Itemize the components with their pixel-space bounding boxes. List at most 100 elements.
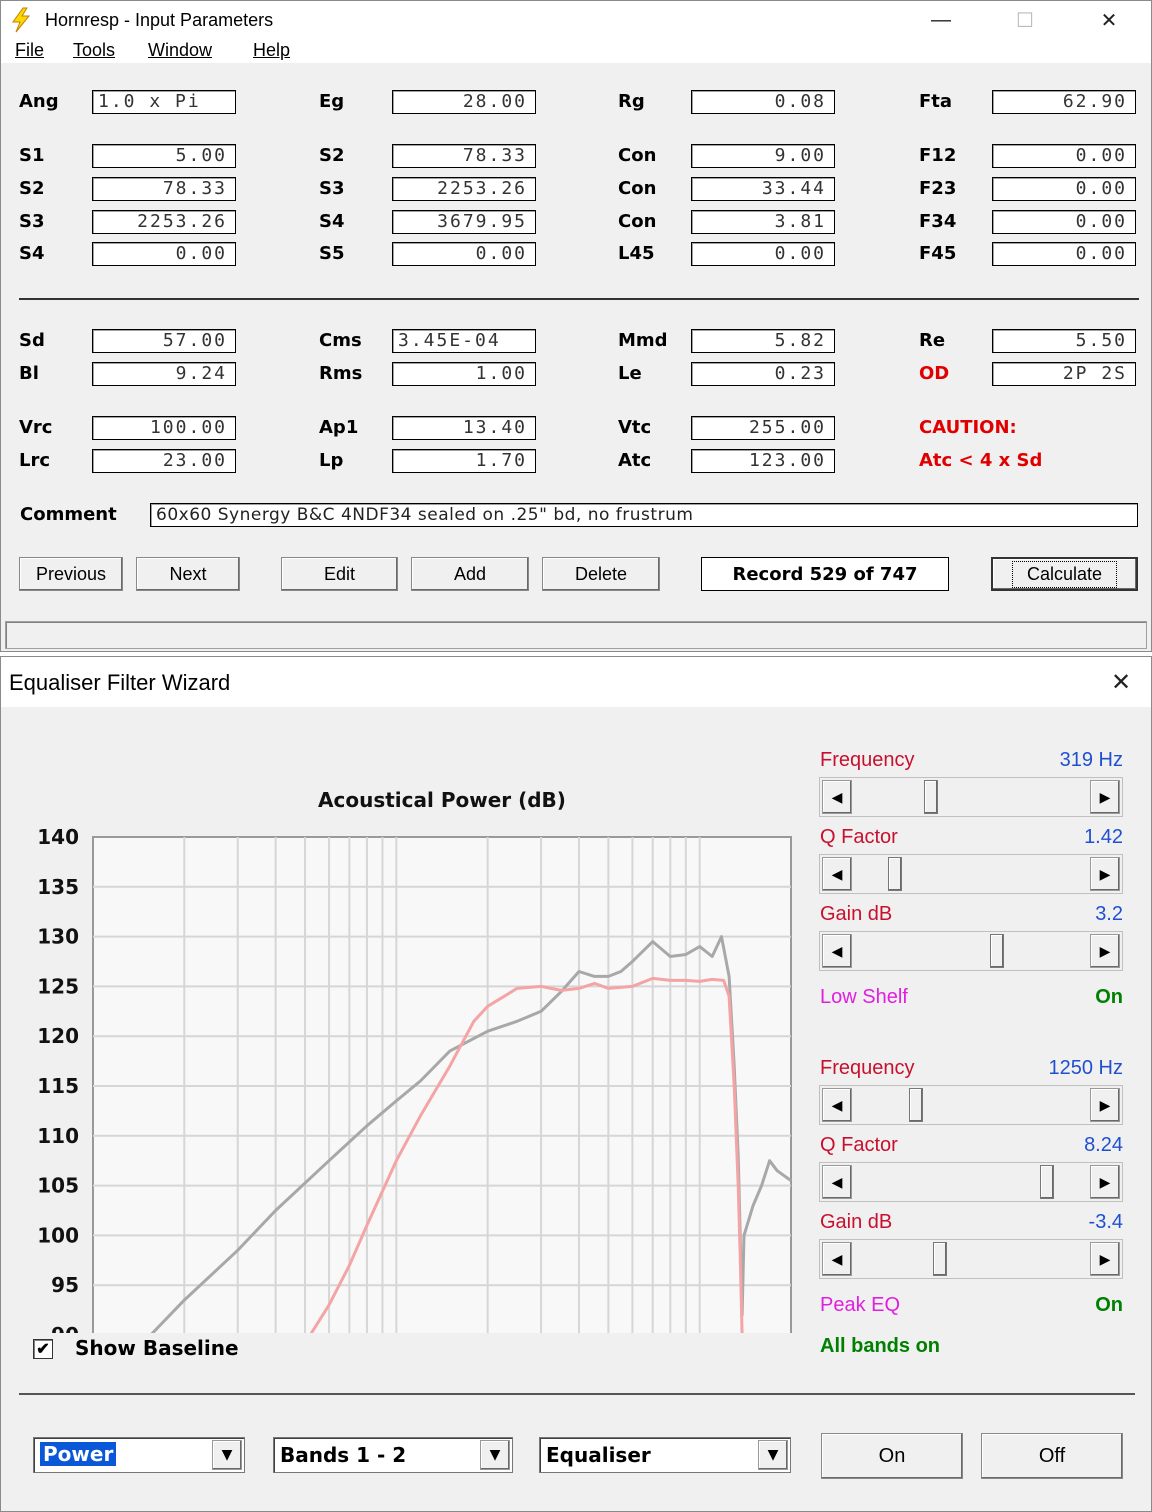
comment-field[interactable]: 60x60 Synergy B&C 4NDF34 sealed on .25" …: [150, 503, 1138, 527]
field-label: Re: [919, 330, 946, 351]
slider-thumb[interactable]: [908, 1088, 923, 1122]
arrow-right-icon[interactable]: ▶: [1090, 857, 1120, 891]
field-con3[interactable]: 3.81: [691, 210, 835, 234]
off-button[interactable]: Off: [981, 1433, 1123, 1479]
field-rms[interactable]: 1.00: [392, 362, 536, 386]
band1-state[interactable]: On: [1003, 986, 1123, 1009]
minimize-button[interactable]: —: [913, 1, 969, 39]
on-button[interactable]: On: [821, 1433, 963, 1479]
mode-dropdown[interactable]: Power ▼: [33, 1437, 245, 1473]
previous-button[interactable]: Previous: [19, 557, 123, 591]
filter-dropdown[interactable]: Equaliser ▼: [539, 1437, 791, 1473]
arrow-right-icon[interactable]: ▶: [1090, 780, 1120, 814]
field-lp[interactable]: 1.70: [392, 449, 536, 473]
arrow-left-icon[interactable]: ◀: [822, 1165, 852, 1199]
band2-q-label: Q Factor: [820, 1134, 898, 1156]
maximize-button[interactable]: ☐: [997, 1, 1053, 39]
field-mmd[interactable]: 5.82: [691, 329, 835, 353]
slider-thumb[interactable]: [989, 934, 1004, 968]
field-s3b[interactable]: 2253.26: [92, 210, 236, 234]
y-tick-label: 130: [37, 925, 79, 949]
field-con1[interactable]: 9.00: [691, 144, 835, 168]
field-ap1[interactable]: 13.40: [392, 416, 536, 440]
show-baseline-checkbox[interactable]: ✔: [33, 1339, 53, 1359]
slider-thumb[interactable]: [1039, 1165, 1054, 1199]
close-button[interactable]: ✕: [1081, 1, 1137, 39]
arrow-left-icon[interactable]: ◀: [822, 1088, 852, 1122]
slider-thumb[interactable]: [933, 1242, 948, 1276]
field-label: Vrc: [19, 417, 53, 438]
field-bl[interactable]: 9.24: [92, 362, 236, 386]
band1-frequency-slider[interactable]: ◀ ▶: [819, 777, 1123, 817]
chevron-down-icon[interactable]: ▼: [212, 1440, 242, 1470]
menu-file[interactable]: File: [15, 40, 44, 61]
field-f34[interactable]: 0.00: [992, 210, 1136, 234]
band2-gain-value: -3.4: [1088, 1211, 1123, 1233]
band2-state[interactable]: On: [1003, 1294, 1123, 1317]
field-s4[interactable]: 3679.95: [392, 210, 536, 234]
field-lrc[interactable]: 23.00: [92, 449, 236, 473]
arrow-right-icon[interactable]: ▶: [1090, 1088, 1120, 1122]
edit-button[interactable]: Edit: [281, 557, 398, 591]
field-s4b[interactable]: 0.00: [92, 242, 236, 266]
menu-help[interactable]: Help: [253, 40, 290, 61]
title-bar[interactable]: Hornresp - Input Parameters — ☐ ✕: [1, 1, 1151, 39]
chevron-down-icon[interactable]: ▼: [480, 1440, 510, 1470]
slider-thumb[interactable]: [924, 780, 939, 814]
band1-q-slider[interactable]: ◀ ▶: [819, 854, 1123, 894]
calculate-button[interactable]: Calculate: [991, 557, 1138, 591]
next-button[interactable]: Next: [136, 557, 240, 591]
band2-q-value: 8.24: [1084, 1134, 1123, 1156]
field-vrc[interactable]: 100.00: [92, 416, 236, 440]
field-s5[interactable]: 0.00: [392, 242, 536, 266]
field-ang[interactable]: 1.0 x Pi: [92, 90, 236, 114]
window-title: Equaliser Filter Wizard: [9, 670, 231, 695]
field-od[interactable]: 2P 2S: [992, 362, 1136, 386]
close-button[interactable]: ✕: [1093, 663, 1149, 701]
band2-type-label[interactable]: Peak EQ: [820, 1294, 900, 1317]
field-vtc[interactable]: 255.00: [691, 416, 835, 440]
arrow-left-icon[interactable]: ◀: [822, 934, 852, 968]
menu-tools[interactable]: Tools: [73, 40, 115, 61]
band1-gain-slider[interactable]: ◀ ▶: [819, 931, 1123, 971]
arrow-right-icon[interactable]: ▶: [1090, 1242, 1120, 1276]
arrow-right-icon[interactable]: ▶: [1090, 934, 1120, 968]
field-rg[interactable]: 0.08: [691, 90, 835, 114]
show-baseline-label[interactable]: Show Baseline: [75, 1336, 239, 1360]
band2-frequency-slider[interactable]: ◀ ▶: [819, 1085, 1123, 1125]
band1-type-label[interactable]: Low Shelf: [820, 986, 908, 1009]
field-le[interactable]: 0.23: [691, 362, 835, 386]
chevron-down-icon[interactable]: ▼: [758, 1440, 788, 1470]
delete-button[interactable]: Delete: [542, 557, 660, 591]
bands-dropdown[interactable]: Bands 1 - 2 ▼: [273, 1437, 513, 1473]
field-label: Lp: [319, 450, 344, 471]
field-atc[interactable]: 123.00: [691, 449, 835, 473]
window-title: Hornresp - Input Parameters: [45, 10, 274, 30]
field-f12[interactable]: 0.00: [992, 144, 1136, 168]
band2-gain-slider[interactable]: ◀ ▶: [819, 1239, 1123, 1279]
field-fta[interactable]: 62.90: [992, 90, 1136, 114]
field-con2[interactable]: 33.44: [691, 177, 835, 201]
arrow-right-icon[interactable]: ▶: [1090, 1165, 1120, 1199]
field-s2[interactable]: 78.33: [392, 144, 536, 168]
field-l45[interactable]: 0.00: [691, 242, 835, 266]
field-s3[interactable]: 2253.26: [392, 177, 536, 201]
field-label: Bl: [19, 363, 39, 384]
slider-thumb[interactable]: [888, 857, 903, 891]
field-label: Sd: [19, 330, 45, 351]
field-s1[interactable]: 5.00: [92, 144, 236, 168]
band2-q-slider[interactable]: ◀ ▶: [819, 1162, 1123, 1202]
menu-window[interactable]: Window: [148, 40, 212, 61]
add-button[interactable]: Add: [411, 557, 529, 591]
field-sd[interactable]: 57.00: [92, 329, 236, 353]
field-f23[interactable]: 0.00: [992, 177, 1136, 201]
arrow-left-icon[interactable]: ◀: [822, 857, 852, 891]
title-bar[interactable]: Equaliser Filter Wizard ✕: [1, 657, 1151, 707]
arrow-left-icon[interactable]: ◀: [822, 1242, 852, 1276]
field-f45[interactable]: 0.00: [992, 242, 1136, 266]
arrow-left-icon[interactable]: ◀: [822, 780, 852, 814]
field-s2b[interactable]: 78.33: [92, 177, 236, 201]
field-re[interactable]: 5.50: [992, 329, 1136, 353]
field-eg[interactable]: 28.00: [392, 90, 536, 114]
field-cms[interactable]: 3.45E-04: [392, 329, 536, 353]
